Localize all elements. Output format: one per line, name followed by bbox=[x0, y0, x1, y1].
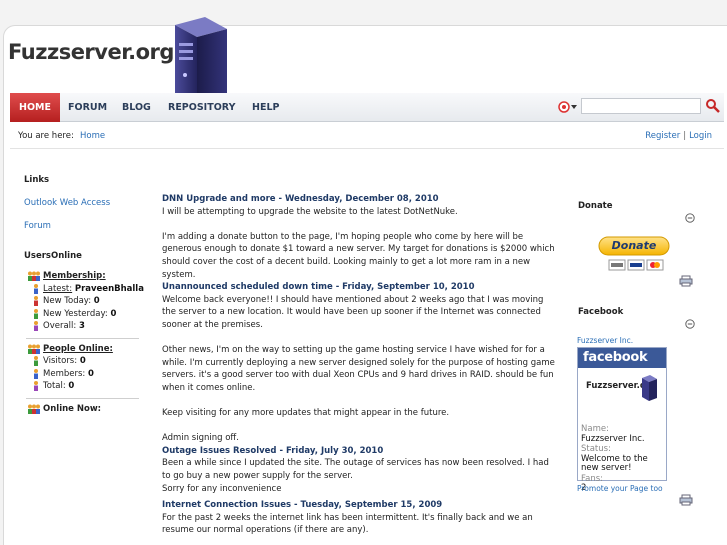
server-logo-icon bbox=[642, 375, 657, 401]
new-today-value: 0 bbox=[93, 296, 100, 306]
login-link[interactable]: Login bbox=[689, 131, 712, 141]
group-icon bbox=[28, 404, 40, 414]
post-paragraph: I'm adding a donate button to the page, … bbox=[162, 231, 555, 280]
user-links: Register | Login bbox=[645, 123, 712, 149]
group-icon bbox=[28, 344, 40, 354]
post-paragraph: Been a while since I updated the site. T… bbox=[162, 458, 549, 482]
visitors-row: Visitors: 0 bbox=[24, 355, 144, 368]
post-title: Outage Issues Resolved - Friday, July 30… bbox=[162, 445, 384, 456]
link-outlook-web-access[interactable]: Outlook Web Access bbox=[24, 198, 144, 208]
card-icons bbox=[608, 259, 664, 271]
post-paragraph: I will be attempting to upgrade the webs… bbox=[162, 206, 458, 217]
new-yesterday-label: New Yesterday: bbox=[43, 308, 108, 319]
user-icon bbox=[34, 308, 38, 319]
site-logo-text[interactable]: Fuzzserver.org bbox=[8, 40, 174, 64]
collapse-icon[interactable] bbox=[685, 213, 695, 223]
print-icon[interactable] bbox=[679, 494, 693, 506]
online-now-title: Online Now: bbox=[43, 403, 102, 414]
flag-icon[interactable] bbox=[558, 100, 578, 114]
online-now-header: Online Now: bbox=[24, 403, 144, 416]
user-links-separator: | bbox=[683, 131, 687, 141]
breadcrumb-label: You are here: bbox=[18, 131, 74, 141]
fb-fans-label: Fans: bbox=[581, 473, 603, 484]
breadcrumb-home-link[interactable]: Home bbox=[80, 123, 105, 149]
divider bbox=[26, 397, 139, 399]
donate-title: Donate bbox=[578, 201, 613, 211]
total-value: 0 bbox=[68, 381, 75, 391]
post-title: DNN Upgrade and more - Wednesday, Decemb… bbox=[162, 194, 439, 204]
link-forum[interactable]: Forum bbox=[24, 221, 144, 231]
facebook-brand[interactable]: facebook bbox=[578, 348, 666, 368]
main-navigation: HOME FORUM BLOG REPOSITORY HELP bbox=[10, 93, 724, 122]
new-today-row: New Today: 0 bbox=[24, 295, 144, 308]
latest-member[interactable]: PraveenBhalla bbox=[75, 284, 144, 294]
post-title: Internet Connection Issues - Tuesday, Se… bbox=[162, 500, 443, 511]
post-paragraph: Admin signing off. bbox=[162, 433, 239, 444]
members-value: 0 bbox=[87, 368, 94, 379]
search-icon[interactable] bbox=[705, 97, 721, 115]
nav-help[interactable]: HELP bbox=[252, 93, 279, 122]
overall-row: Overall: 3 bbox=[24, 320, 144, 333]
user-icon bbox=[34, 381, 38, 391]
user-icon bbox=[34, 296, 38, 306]
fb-name-value: Fuzzserver Inc. bbox=[581, 433, 645, 444]
latest-label[interactable]: Latest: bbox=[43, 284, 72, 294]
facebook-title: Facebook bbox=[578, 307, 624, 317]
main-content: DNN Upgrade and more - Wednesday, Decemb… bbox=[162, 193, 560, 537]
new-today-label: New Today: bbox=[43, 296, 92, 306]
donate-button[interactable]: Donate bbox=[598, 236, 670, 256]
post-paragraph: For the past 2 weeks the internet link h… bbox=[162, 512, 533, 536]
users-online-title: UsersOnline bbox=[24, 251, 82, 261]
links-title: Links bbox=[24, 175, 50, 185]
nav-forum[interactable]: FORUM bbox=[68, 93, 107, 122]
total-row: Total: 0 bbox=[24, 380, 144, 393]
left-sidebar: Links Outlook Web Access Forum UsersOnli… bbox=[24, 175, 144, 415]
divider bbox=[26, 337, 139, 339]
nav-blog[interactable]: BLOG bbox=[122, 93, 151, 122]
people-online-title: People Online: bbox=[43, 343, 113, 354]
nav-home[interactable]: HOME bbox=[10, 93, 60, 122]
overall-value: 3 bbox=[78, 321, 85, 331]
fb-status-value: Welcome to the new server! bbox=[581, 453, 648, 473]
register-link[interactable]: Register bbox=[645, 131, 680, 141]
donate-button-label: Donate bbox=[611, 239, 657, 252]
overall-label: Overall: bbox=[43, 321, 77, 331]
user-icon bbox=[34, 368, 38, 379]
group-icon bbox=[28, 271, 40, 281]
print-icon[interactable] bbox=[679, 275, 693, 287]
membership-header: Membership: bbox=[24, 270, 144, 283]
post-paragraph: Sorry for any inconvenience bbox=[162, 483, 282, 494]
visitors-label: Visitors: bbox=[43, 356, 78, 366]
members-label: Members: bbox=[43, 368, 86, 379]
facebook-page-link[interactable]: Fuzzserver Inc. bbox=[577, 336, 633, 345]
latest-member-row: Latest: PraveenBhalla bbox=[24, 283, 144, 296]
post-paragraph: Other news, I'm on the way to setting up… bbox=[162, 345, 555, 393]
facebook-widget: facebook Fuzzserver.org Name: Fuzzserver… bbox=[577, 347, 667, 493]
post-paragraph: Welcome back everyone!! I should have me… bbox=[162, 294, 544, 330]
nav-repository[interactable]: REPOSITORY bbox=[168, 93, 235, 122]
people-online-block: People Online: Visitors: 0 Members: 0 To… bbox=[24, 343, 144, 393]
members-row: Members: 0 bbox=[24, 368, 144, 381]
post-title: Unannounced scheduled down time - Friday… bbox=[162, 282, 475, 293]
facebook-page-logo[interactable]: Fuzzserver.org bbox=[578, 368, 666, 404]
facebook-promote-link[interactable]: Promote your Page too bbox=[577, 484, 663, 493]
people-online-header: People Online: bbox=[24, 343, 144, 356]
user-icon bbox=[34, 356, 38, 366]
user-icon bbox=[34, 321, 38, 331]
membership-title: Membership: bbox=[43, 271, 106, 281]
post-paragraph: Keep visiting for any more updates that … bbox=[162, 408, 450, 419]
user-icon bbox=[34, 283, 38, 294]
collapse-icon[interactable] bbox=[685, 319, 695, 329]
search-input[interactable] bbox=[581, 98, 701, 114]
membership-block: Membership: Latest: PraveenBhalla New To… bbox=[24, 270, 144, 333]
new-yesterday-row: New Yesterday: 0 bbox=[24, 308, 144, 321]
visitors-value: 0 bbox=[79, 356, 86, 366]
total-label: Total: bbox=[43, 381, 66, 391]
new-yesterday-value: 0 bbox=[110, 308, 117, 319]
breadcrumb: You are here: Home Register | Login bbox=[10, 123, 724, 149]
